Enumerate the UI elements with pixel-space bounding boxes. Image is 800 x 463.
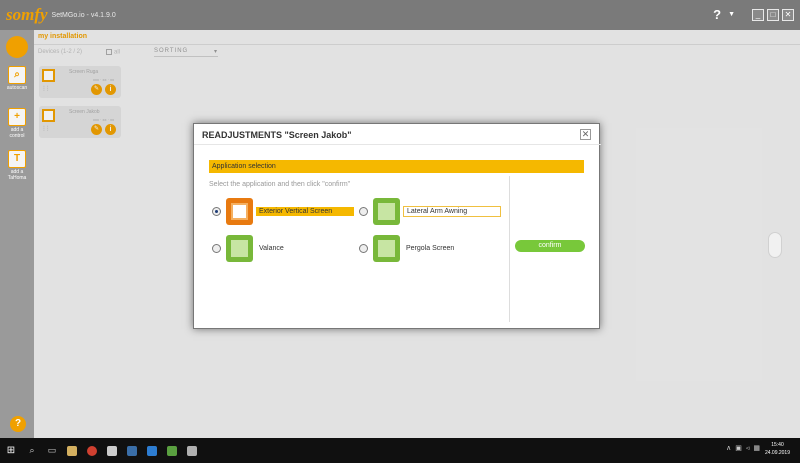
chevron-up-icon[interactable]: ∧ bbox=[726, 444, 731, 452]
clock-date: 24.09.2019 bbox=[764, 450, 790, 456]
valance-icon bbox=[226, 235, 253, 262]
sidebar-item-label: autoscan bbox=[6, 85, 28, 91]
awning-icon bbox=[373, 198, 400, 225]
pergola-icon bbox=[373, 235, 400, 262]
option-exterior-vertical-screen[interactable]: Exterior Vertical Screen bbox=[212, 198, 354, 225]
sidebar-item-add-tahoma[interactable]: T add a TaHoma bbox=[5, 150, 29, 181]
tahoma-icon: T bbox=[8, 150, 26, 168]
radio-button[interactable] bbox=[359, 244, 368, 253]
option-label: Lateral Arm Awning bbox=[403, 206, 501, 217]
clock-time: 15:40 bbox=[771, 442, 784, 448]
sidebar-item-label: add a control bbox=[9, 127, 25, 139]
option-label: Valance bbox=[259, 245, 284, 252]
app-icon[interactable] bbox=[107, 445, 117, 456]
radio-button[interactable] bbox=[212, 207, 221, 216]
close-icon[interactable]: ✕ bbox=[580, 129, 591, 140]
volume-icon[interactable]: ◃ bbox=[746, 444, 750, 452]
search-icon: ⌕ bbox=[8, 66, 26, 84]
divider bbox=[509, 176, 510, 322]
app-titlebar: somfy SetMGo.io - v4.1.9.0 ? ▼ _ □ ✕ bbox=[0, 0, 800, 30]
divider bbox=[194, 144, 601, 145]
system-tray[interactable]: ∧ ▣ ◃ ▦ bbox=[726, 444, 760, 452]
option-lateral-arm-awning[interactable]: Lateral Arm Awning bbox=[359, 198, 501, 225]
sidebar-item-autoscan[interactable]: ⌕ autoscan bbox=[5, 66, 29, 91]
edge-icon[interactable] bbox=[147, 445, 157, 456]
option-valance[interactable]: Valance bbox=[212, 235, 287, 262]
windows-taskbar: ⊞ ⌕ ▭ ∧ ▣ ◃ ▦ 15:40 24.09.2019 bbox=[0, 438, 800, 463]
app-icon[interactable] bbox=[167, 445, 177, 456]
chevron-down-icon[interactable]: ▼ bbox=[728, 11, 735, 18]
exterior-screen-icon bbox=[226, 198, 253, 225]
option-pergola-screen[interactable]: Pergola Screen bbox=[359, 235, 457, 262]
app-icon[interactable] bbox=[127, 445, 137, 456]
dialog-title: READJUSTMENTS "Screen Jakob" bbox=[202, 130, 352, 140]
sidebar-item-add-control[interactable]: + add a control bbox=[5, 108, 29, 139]
clock[interactable]: 15:40 24.09.2019 bbox=[765, 441, 790, 457]
readjustments-dialog: READJUSTMENTS "Screen Jakob" ✕ Applicati… bbox=[193, 123, 601, 329]
minimize-button[interactable]: _ bbox=[752, 8, 764, 21]
help-button[interactable]: ? bbox=[713, 7, 721, 22]
search-icon[interactable]: ⌕ bbox=[22, 445, 42, 456]
windows-start-icon[interactable]: ⊞ bbox=[0, 445, 22, 456]
titlebar-controls: ? ▼ _ □ ✕ bbox=[713, 7, 794, 22]
radio-button[interactable] bbox=[212, 244, 221, 253]
network-icon[interactable]: ▣ bbox=[735, 444, 742, 452]
option-label: Pergola Screen bbox=[406, 245, 455, 252]
home-icon[interactable] bbox=[6, 36, 28, 58]
option-label: Exterior Vertical Screen bbox=[256, 207, 354, 216]
help-icon[interactable]: ? bbox=[10, 416, 26, 432]
close-button[interactable]: ✕ bbox=[782, 8, 794, 21]
task-view-icon[interactable]: ▭ bbox=[42, 445, 62, 456]
section-header: Application selection bbox=[209, 160, 584, 173]
add-control-icon: + bbox=[8, 108, 26, 126]
somfy-logo: somfy bbox=[6, 5, 48, 24]
maximize-button[interactable]: □ bbox=[767, 8, 779, 21]
chrome-icon[interactable] bbox=[87, 445, 97, 456]
radio-button[interactable] bbox=[359, 207, 368, 216]
file-explorer-icon[interactable] bbox=[67, 445, 77, 456]
instruction-text: Select the application and then click "c… bbox=[209, 181, 351, 188]
sidebar: ⌕ autoscan + add a control T add a TaHom… bbox=[0, 30, 34, 438]
confirm-button[interactable]: confirm bbox=[515, 240, 585, 252]
keyboard-icon[interactable]: ▦ bbox=[753, 444, 760, 452]
sidebar-item-label: add a TaHoma bbox=[7, 169, 27, 181]
somfy-app-icon[interactable] bbox=[187, 445, 197, 456]
app-version: SetMGo.io - v4.1.9.0 bbox=[51, 11, 116, 19]
